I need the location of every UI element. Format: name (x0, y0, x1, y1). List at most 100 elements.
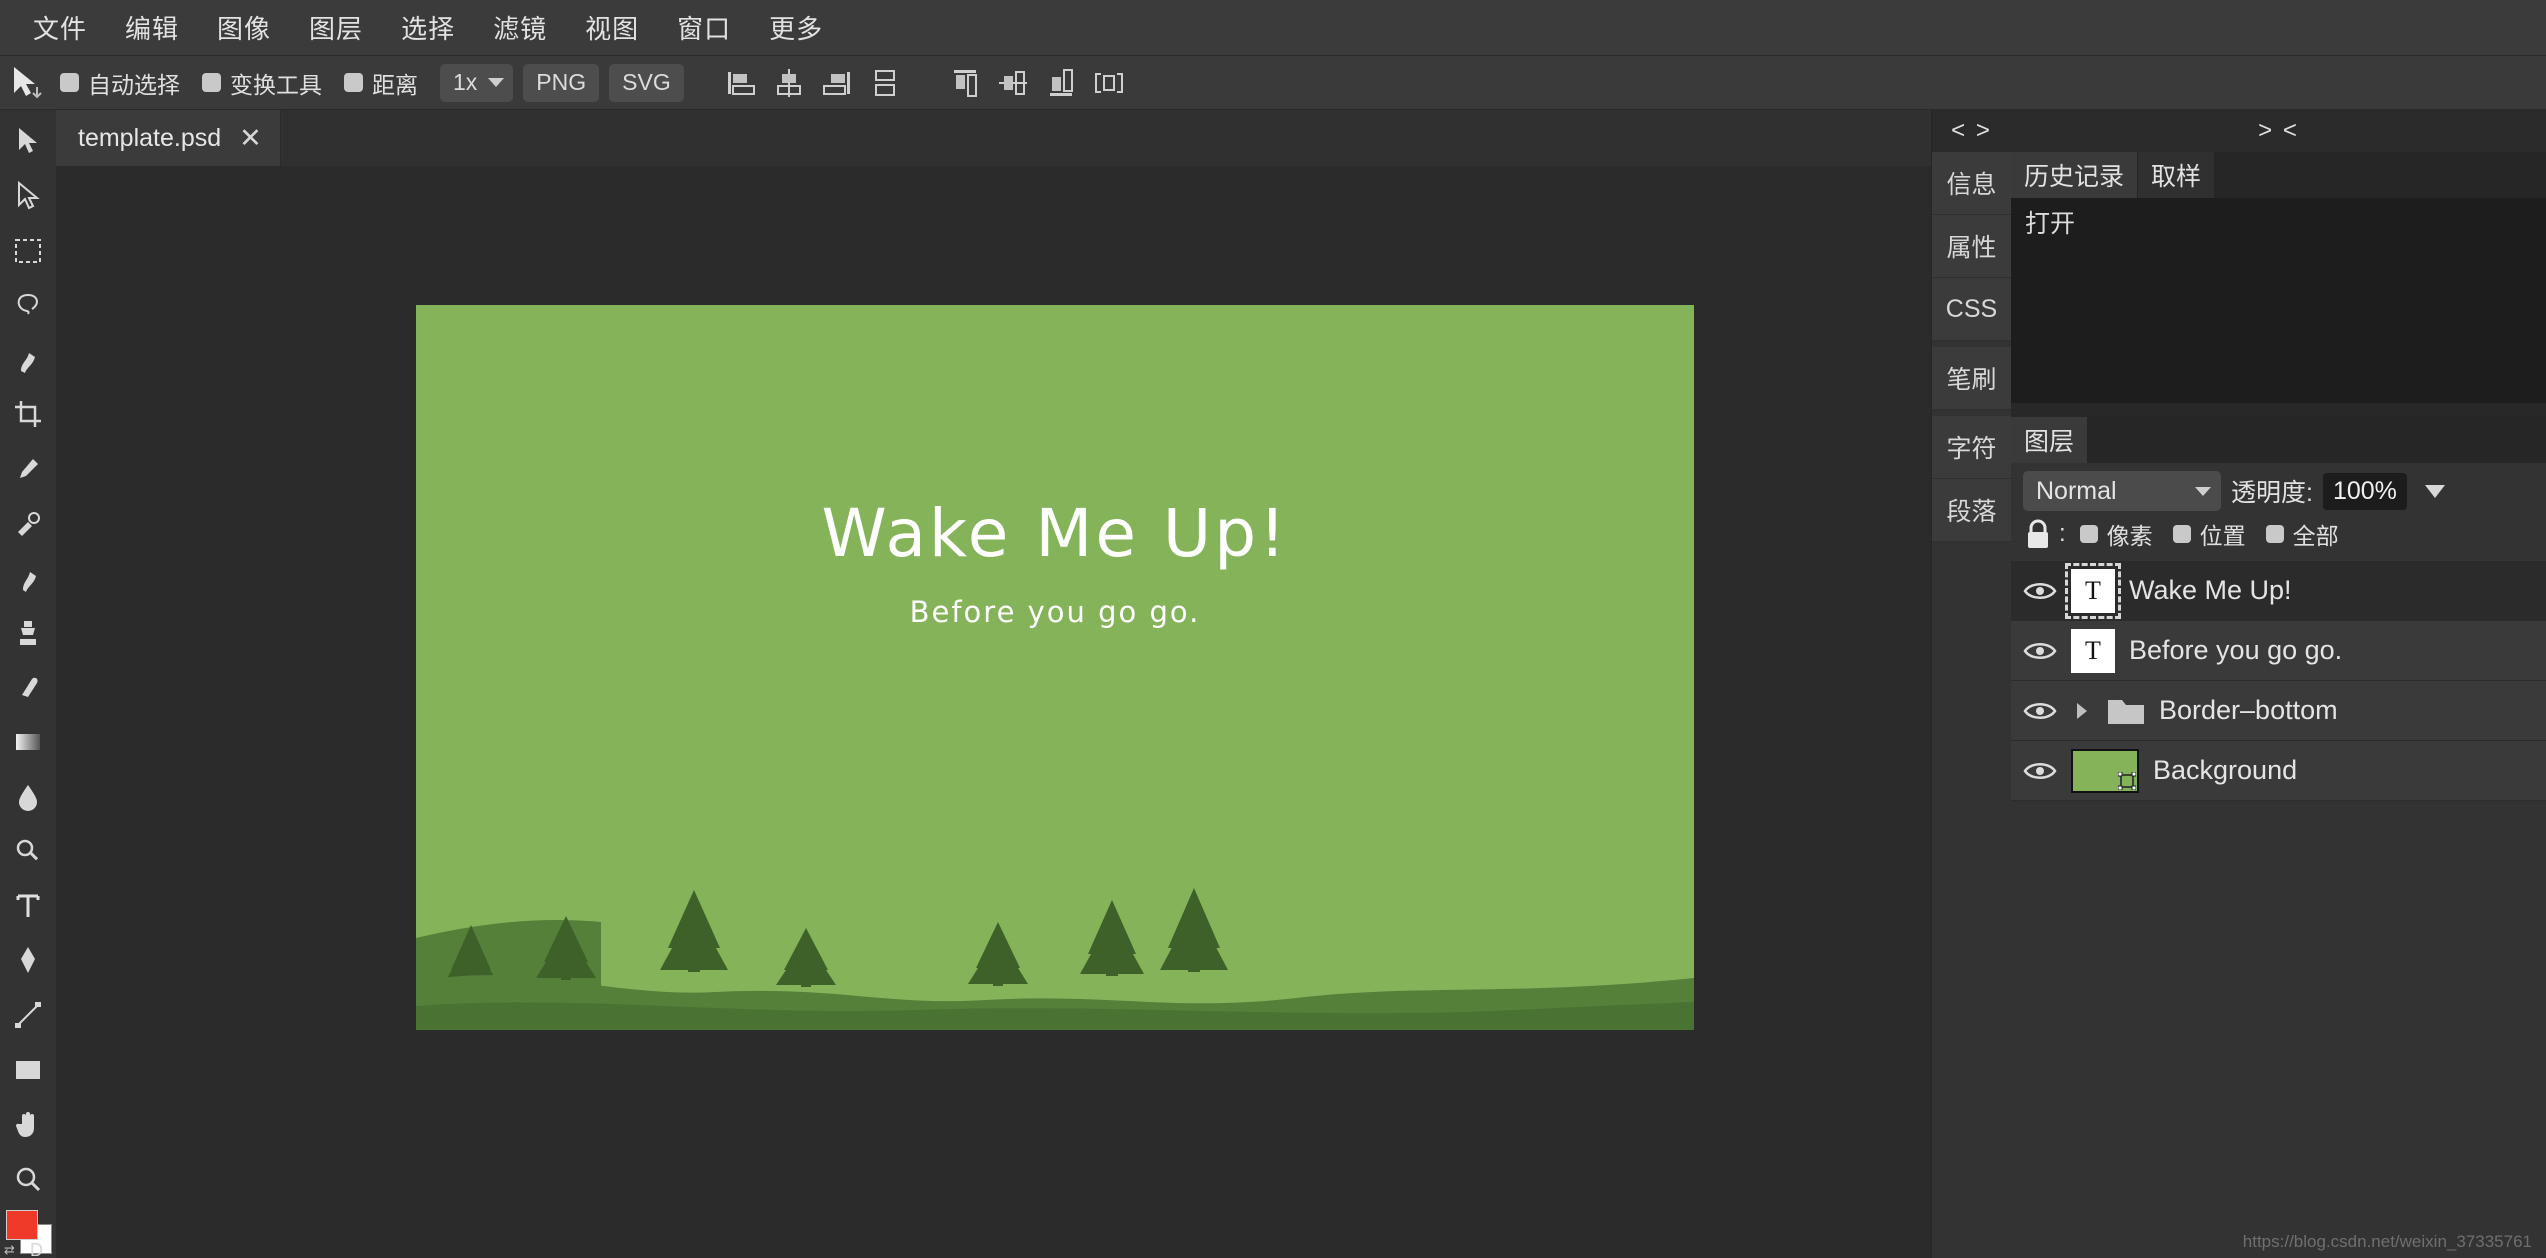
tool-shape-transform[interactable] (0, 988, 56, 1043)
layer-thumbnail-text[interactable]: T (2071, 628, 2115, 673)
export-png-button[interactable]: PNG (523, 63, 600, 102)
tool-lasso[interactable] (0, 278, 56, 333)
lock-position-label: 位置 (2199, 523, 2246, 549)
menu-image[interactable]: 图像 (198, 5, 290, 50)
close-icon[interactable]: ✕ (239, 124, 262, 152)
layer-thumbnail-image[interactable] (2071, 748, 2139, 793)
panel-collapse-button[interactable]: > < (2011, 110, 2546, 152)
layer-row[interactable]: Background (2011, 741, 2546, 801)
distribute-vertical-icon[interactable] (868, 66, 902, 100)
align-middle-vertical-icon[interactable] (996, 66, 1030, 100)
export-svg-button[interactable]: SVG (609, 63, 684, 102)
layer-row[interactable]: T Wake Me Up! (2011, 561, 2546, 621)
zoom-level-select[interactable]: 1x (440, 63, 514, 102)
align-group-1 (724, 66, 902, 100)
tool-zoom[interactable] (0, 1152, 56, 1207)
align-right-icon[interactable] (820, 66, 854, 100)
foreground-color-swatch[interactable] (6, 1210, 38, 1241)
artboard[interactable]: Wake Me Up! Before you go go. (416, 305, 1694, 1030)
vertical-tab-rail: < > 信息 属性 CSS 笔刷 字符 段落 (1931, 110, 2011, 1258)
rail-tab-properties[interactable]: 属性 (1932, 215, 2011, 278)
layer-thumbnail-text[interactable]: T (2065, 562, 2121, 619)
lock-pixels-checkbox[interactable]: 像素 (2079, 517, 2153, 551)
tool-hand[interactable] (0, 1097, 56, 1152)
tool-brush[interactable] (0, 332, 56, 387)
layer-row[interactable]: Border–bottom (2011, 681, 2546, 741)
tool-gradient[interactable] (0, 715, 56, 770)
tool-move[interactable] (0, 114, 56, 169)
move-tool-icon[interactable] (6, 63, 50, 103)
tool-crop[interactable] (0, 387, 56, 442)
canvas-area[interactable]: Wake Me Up! Before you go go. (56, 166, 1931, 1258)
rail-tab-character[interactable]: 字符 (1932, 416, 2011, 479)
watermark-text: https://blog.csdn.net/weixin_37335761 (2242, 1232, 2532, 1251)
rail-collapse-button[interactable]: < > (1932, 110, 2011, 152)
tool-marquee[interactable] (0, 223, 56, 278)
tool-eyedropper[interactable] (0, 442, 56, 497)
menu-edit[interactable]: 编辑 (106, 5, 198, 50)
tab-layers[interactable]: 图层 (2011, 417, 2089, 463)
tool-rectangle[interactable] (0, 1042, 56, 1097)
menu-filter[interactable]: 滤镜 (474, 5, 566, 50)
menu-window[interactable]: 窗口 (658, 5, 750, 50)
blend-mode-select[interactable]: Normal (2023, 471, 2221, 511)
history-list[interactable]: 打开 (2011, 198, 2546, 403)
color-swatches[interactable]: ⇄ D (2, 1210, 54, 1258)
zoom-level-value: 1x (453, 69, 478, 95)
layer-row[interactable]: T Before you go go. (2011, 621, 2546, 681)
opacity-dropdown-icon[interactable] (2424, 484, 2445, 498)
canvas-subtitle-text[interactable]: Before you go go. (416, 595, 1694, 629)
transform-tool-checkbox-box (202, 73, 221, 92)
layers-panel-tabs: 图层 (2011, 417, 2546, 463)
lock-all-label: 全部 (2292, 523, 2339, 549)
distance-checkbox[interactable]: 距离 (344, 66, 418, 100)
auto-select-checkbox[interactable]: 自动选择 (60, 66, 180, 100)
lock-all-checkbox[interactable]: 全部 (2265, 517, 2339, 551)
rail-tab-paragraph[interactable]: 段落 (1932, 479, 2011, 542)
tool-eraser[interactable] (0, 660, 56, 715)
opacity-value[interactable]: 100% (2322, 472, 2407, 510)
rail-tab-css[interactable]: CSS (1932, 278, 2011, 341)
menu-file[interactable]: 文件 (14, 5, 106, 50)
menu-select[interactable]: 选择 (382, 5, 474, 50)
lock-all-box (2265, 525, 2284, 543)
toolbox: ⇄ D (0, 110, 56, 1258)
rail-tab-brush[interactable]: 笔刷 (1932, 347, 2011, 410)
eye-icon[interactable] (2023, 579, 2057, 603)
menu-layer[interactable]: 图层 (290, 5, 382, 50)
document-tab-template-psd[interactable]: template.psd ✕ (56, 110, 281, 166)
history-item-open[interactable]: 打开 (2011, 198, 2546, 246)
tool-clone-stamp[interactable] (0, 605, 56, 660)
menu-more[interactable]: 更多 (750, 5, 842, 50)
menu-view[interactable]: 视图 (566, 5, 658, 50)
tool-type[interactable] (0, 879, 56, 934)
tool-healing-brush[interactable] (0, 496, 56, 551)
transform-tool-checkbox[interactable]: 变换工具 (202, 66, 322, 100)
folder-icon (2108, 699, 2144, 724)
align-center-horizontal-icon[interactable] (772, 66, 806, 100)
align-bottom-icon[interactable] (1044, 66, 1078, 100)
default-colors-icon[interactable]: ⇄ (4, 1242, 15, 1258)
lock-pixels-box (2079, 525, 2098, 543)
align-top-icon[interactable] (948, 66, 982, 100)
lock-row: : 像素 位置 全部 (2011, 515, 2546, 561)
tool-path-select[interactable] (0, 169, 56, 224)
document-tab-label: template.psd (78, 123, 222, 152)
align-left-icon[interactable] (724, 66, 758, 100)
tab-sampling[interactable]: 取样 (2138, 152, 2216, 198)
tool-paint-brush[interactable] (0, 551, 56, 606)
eye-icon[interactable] (2023, 699, 2057, 723)
tool-dodge[interactable] (0, 824, 56, 879)
rail-tab-info[interactable]: 信息 (1932, 152, 2011, 215)
eye-icon[interactable] (2023, 759, 2057, 783)
tool-blur[interactable] (0, 769, 56, 824)
canvas-title-text[interactable]: Wake Me Up! (416, 495, 1694, 572)
eye-icon[interactable] (2023, 639, 2057, 663)
distribute-horizontal-icon[interactable] (1092, 66, 1126, 100)
chevron-right-icon[interactable] (2071, 700, 2093, 722)
swatch-letter: D (30, 1240, 43, 1258)
tab-history[interactable]: 历史记录 (2011, 152, 2139, 198)
right-panel-column: > < 历史记录 取样 打开 图层 Normal 透明度: 100%: 像素 … (2011, 110, 2546, 1258)
lock-position-checkbox[interactable]: 位置 (2172, 517, 2246, 551)
tool-pen[interactable] (0, 933, 56, 988)
